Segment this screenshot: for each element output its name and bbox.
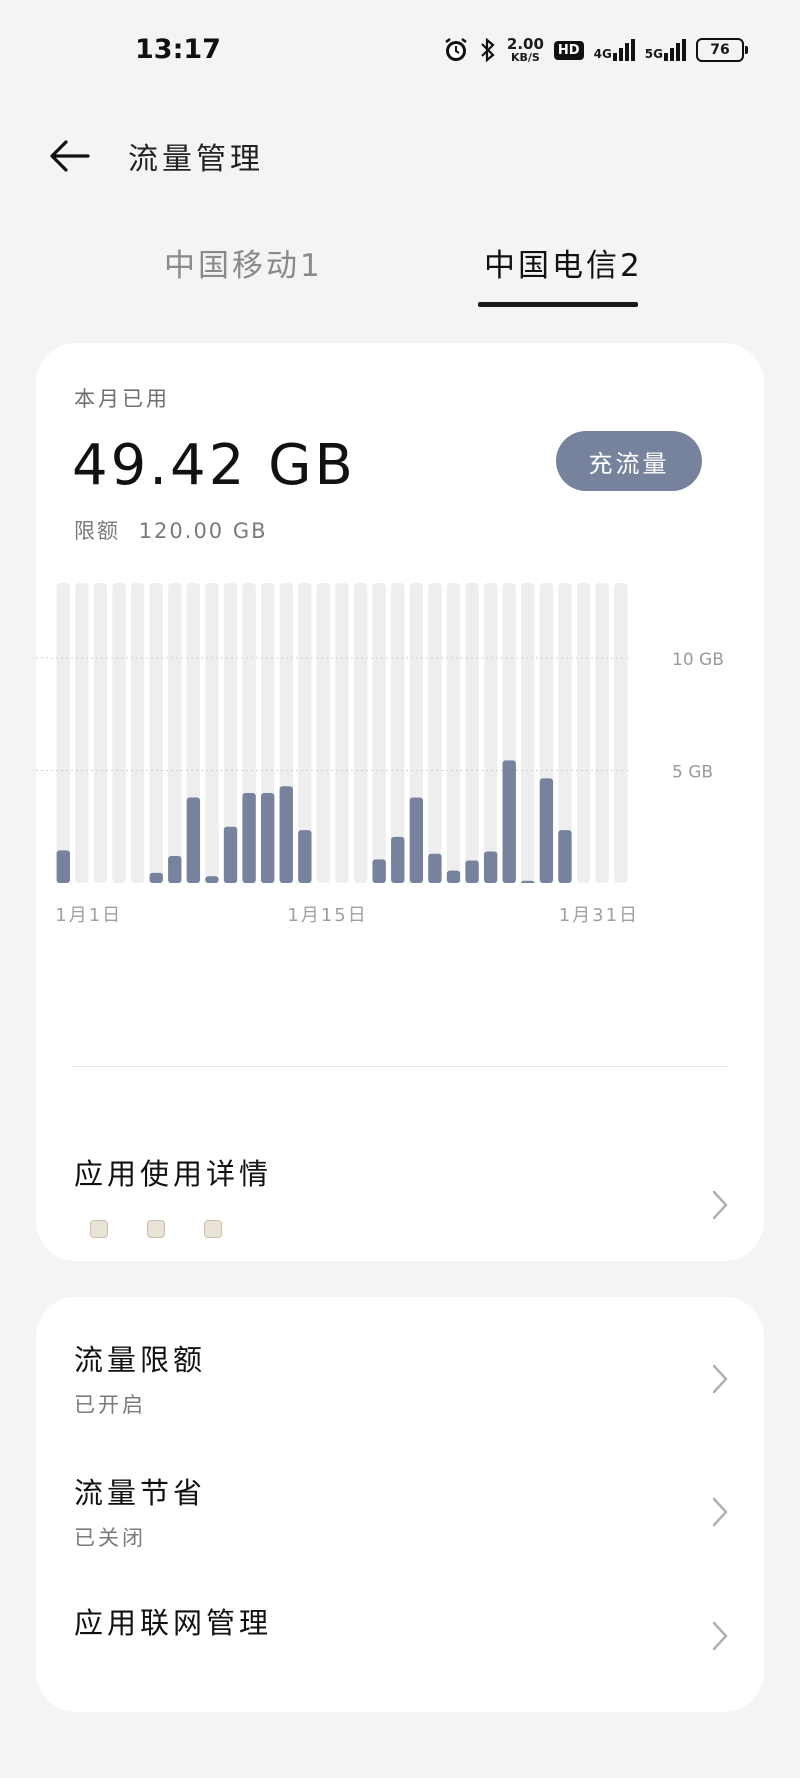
chart-bar-day-1 (56, 850, 70, 883)
chart-bar-day-11 (242, 793, 256, 883)
chart-x-label: 1月31日 (558, 905, 640, 926)
sim-tabs: 中国移动1 中国电信2 (0, 230, 800, 310)
chart-bar-day-25 (502, 760, 516, 883)
settings-item-title: 应用联网管理 (74, 1606, 273, 1640)
signal-bars-icon (612, 39, 635, 61)
chart-bar-day-24 (483, 851, 498, 883)
chart-bar-day-20 (409, 797, 424, 883)
chart-bar-day-28 (558, 830, 572, 883)
app-usage-row[interactable]: 应用使用详情 (36, 1083, 764, 1243)
limit-label: 限额 (74, 519, 120, 543)
divider (72, 1066, 728, 1067)
signal-bars-icon (664, 39, 686, 61)
used-value: 49.42 GB (72, 433, 356, 498)
chart-bar-day-8 (186, 797, 201, 883)
chart-y-tick-label: 5 GB (672, 763, 713, 783)
chart-bar-day-23 (465, 860, 479, 883)
chart-bar-day-18 (372, 859, 386, 883)
app-usage-title: 应用使用详情 (74, 1157, 273, 1191)
page-title: 流量管理 (128, 142, 264, 177)
chart-track-26 (521, 583, 535, 883)
chevron-right-icon (712, 1497, 728, 1527)
alarm-icon (443, 35, 469, 65)
chart-track-15 (316, 583, 331, 883)
settings-item-saver[interactable]: 流量节省 已关闭 (36, 1422, 764, 1552)
chart-bar-day-7 (168, 856, 182, 883)
chart-bar-day-13 (279, 786, 293, 883)
chart-track-23 (465, 583, 479, 883)
signal-sim1: 4G (594, 39, 635, 61)
chart-bar-day-21 (428, 853, 442, 883)
app-icon (204, 1220, 222, 1238)
chart-track-7 (168, 583, 182, 883)
limit-value: 120.00 GB (138, 519, 268, 543)
chart-track-21 (428, 583, 442, 883)
net1-label: 4G (593, 47, 612, 61)
network-speed: 2.00 KB/S (506, 35, 544, 64)
speed-unit: KB/S (510, 51, 540, 64)
chart-track-16 (335, 583, 349, 883)
bluetooth-icon (479, 35, 497, 65)
chevron-right-icon (712, 1190, 728, 1220)
chart-bar-day-6 (149, 872, 163, 883)
chart-track-3 (93, 583, 108, 883)
usage-chart: 10 GB 5 GB (36, 583, 724, 883)
hd-badge: HD (553, 40, 584, 60)
chart-track-29 (576, 583, 591, 883)
chart-bar-day-27 (539, 778, 554, 883)
chart-track-17 (353, 583, 368, 883)
chart-bar-day-22 (446, 870, 461, 883)
header: 流量管理 (0, 120, 800, 190)
recharge-button[interactable]: 充流量 (556, 431, 702, 491)
status-icons: 2.00 KB/S HD 4G 5G 76 (443, 32, 748, 68)
chart-track-24 (483, 583, 498, 883)
speed-value: 2.00 (506, 35, 544, 53)
battery-icon: 76 (696, 38, 748, 62)
back-button[interactable] (48, 138, 92, 174)
chart-track-4 (112, 583, 126, 883)
usage-card: 本月已用 49.42 GB 限额 120.00 GB 充流量 10 GB 5 GB… (36, 343, 764, 1261)
settings-item-title: 流量限额 (74, 1343, 207, 1377)
limit-text: 限额 120.00 GB (74, 515, 268, 545)
chart-track-9 (205, 583, 219, 883)
settings-item-app-network[interactable]: 应用联网管理 (36, 1552, 764, 1692)
tab-sim2[interactable]: 中国电信2 (484, 240, 643, 285)
chart-track-2 (75, 583, 89, 883)
signal-sim2: 5G (645, 39, 686, 61)
chart-track-5 (130, 583, 145, 883)
settings-card: 流量限额 已开启 流量节省 已关闭 应用联网管理 (36, 1297, 764, 1712)
app-icon (147, 1220, 165, 1238)
settings-item-title: 流量节省 (74, 1476, 207, 1510)
chart-track-18 (372, 583, 386, 883)
tab-sim1[interactable]: 中国移动1 (164, 240, 323, 285)
chevron-right-icon (712, 1364, 728, 1394)
battery-level: 76 (710, 42, 730, 58)
chart-track-1 (56, 583, 70, 883)
chart-track-31 (614, 583, 628, 883)
settings-item-limit[interactable]: 流量限额 已开启 (36, 1297, 764, 1422)
settings-item-subtitle: 已关闭 (74, 1526, 146, 1550)
chart-x-label: 1月1日 (55, 905, 123, 926)
tab-indicator (478, 302, 638, 307)
arrow-left-icon (50, 140, 90, 172)
chart-track-6 (149, 583, 163, 883)
chart-track-30 (595, 583, 609, 883)
chart-y-tick-label: 10 GB (672, 650, 724, 670)
app-icon (90, 1220, 108, 1238)
net2-label: 5G (644, 47, 663, 61)
status-time: 13:17 (135, 34, 221, 65)
chart-track-22 (446, 583, 461, 883)
status-bar: 13:17 2.00 KB/S HD 4G 5G 76 (0, 0, 800, 100)
chart-bar-day-12 (260, 793, 275, 883)
chart-bar-day-14 (298, 830, 312, 883)
chart-bar-day-19 (391, 836, 405, 883)
used-label: 本月已用 (74, 387, 170, 411)
chart-x-label: 1月15日 (287, 905, 368, 926)
chart-bar-day-26 (521, 880, 535, 883)
chart-bar-day-9 (205, 876, 219, 883)
chart-bar-day-10 (223, 826, 238, 883)
chevron-right-icon (712, 1621, 728, 1651)
settings-item-subtitle: 已开启 (74, 1393, 146, 1417)
